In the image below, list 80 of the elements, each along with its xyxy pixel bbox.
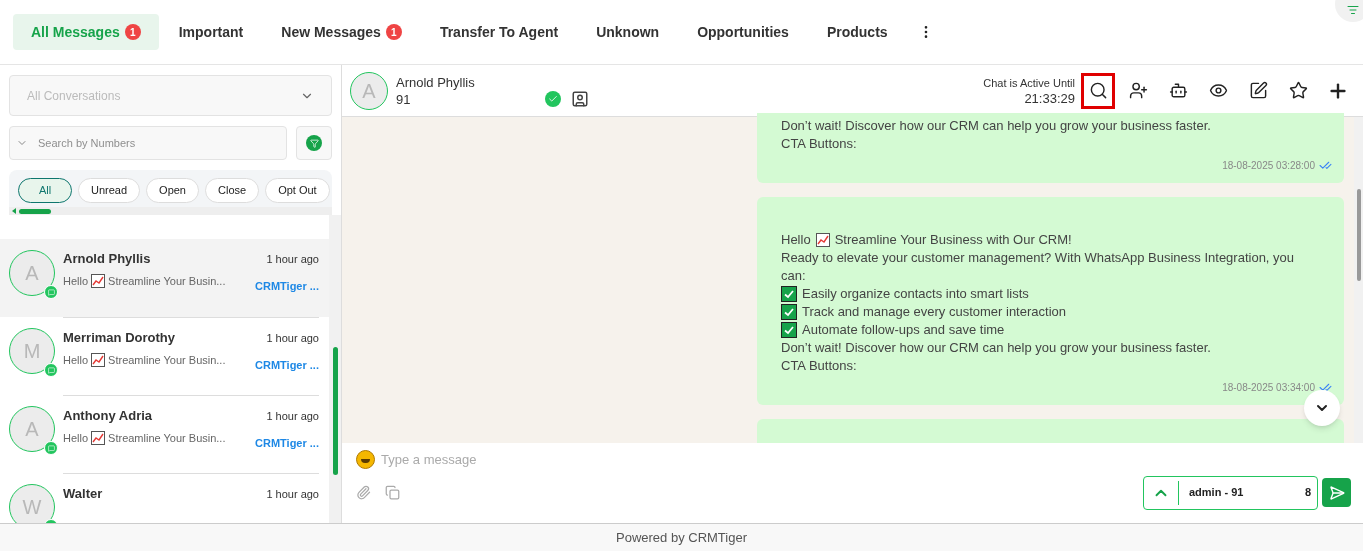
source-label: CRMTiger ... — [255, 435, 319, 451]
filter-chip[interactable]: Close — [205, 178, 260, 203]
tab[interactable]: Unknown — [578, 14, 678, 50]
message-preview: Hello — [63, 430, 89, 446]
chart-icon — [91, 273, 106, 288]
message-text: Easily organize contacts into smart lists — [802, 285, 1029, 303]
chart-icon — [815, 233, 830, 247]
chart-icon — [91, 352, 106, 367]
list-icon — [1347, 4, 1359, 16]
scroll-thumb[interactable] — [19, 208, 51, 214]
message-preview: Streamline Your Busin... — [108, 273, 226, 289]
source-label: CRMTiger ... — [255, 357, 319, 373]
count-badge: 1 — [385, 24, 402, 40]
filter-button[interactable] — [296, 126, 332, 160]
active-time: 21:33:29 — [1024, 90, 1075, 107]
tab[interactable]: Important — [160, 14, 262, 50]
whatsapp-icon — [44, 363, 58, 377]
filter-icon — [306, 135, 322, 151]
contact-name: Arnold Phyllis — [63, 250, 151, 268]
checkmark-icon — [781, 304, 797, 320]
message-text: Hello — [781, 231, 811, 249]
message-text: Don’t wait! Discover how our CRM can help you grow your business faster. — [781, 117, 1211, 135]
tab[interactable]: All Messages 1 — [13, 14, 159, 50]
verified-icon — [544, 90, 561, 107]
active-label: Chat is Active Until — [983, 75, 1075, 91]
scrollbar[interactable] — [9, 207, 332, 215]
read-receipt-icon — [1319, 159, 1332, 172]
filter-chip[interactable]: Opt Out — [265, 178, 330, 203]
time-label: 1 hour ago — [266, 408, 319, 424]
sender-label: admin - 91 — [1189, 485, 1244, 501]
message-preview: Streamline Your Busin... — [108, 352, 226, 368]
whatsapp-icon — [44, 285, 58, 299]
send-icon — [1328, 484, 1345, 501]
message-field[interactable]: Type a message — [381, 450, 1349, 470]
message-preview: Hello — [63, 273, 89, 289]
source-label: CRMTiger ... — [255, 278, 319, 294]
message-preview: Hello — [63, 352, 89, 368]
message-timestamp: 18-08-2025 03:34:00 — [1222, 381, 1315, 395]
message-timestamp: 18-08-2025 03:28:00 — [1222, 159, 1315, 173]
message-preview: Streamline Your Busin... — [108, 430, 226, 446]
search-field[interactable]: Search by Numbers — [9, 126, 287, 160]
tab[interactable]: Opportunities — [679, 14, 807, 50]
message-text: Ready to elevate your customer management? With WhatsApp Business Integration, you can: — [781, 249, 1296, 285]
time-label: 1 hour ago — [266, 330, 319, 346]
contact-number: 91 — [396, 90, 412, 108]
filter-chip[interactable]: All — [18, 178, 72, 203]
contact-name: Anthony Adria — [63, 407, 153, 425]
tab[interactable]: Transfer To Agent — [421, 14, 577, 50]
checkmark-icon — [781, 286, 797, 302]
send-button[interactable] — [1322, 478, 1351, 507]
message-text: Streamline Your Business with Our CRM! — [834, 231, 1072, 249]
dropdown-placeholder: All Conversations — [27, 87, 121, 105]
sender-selector[interactable]: admin - 91 8 — [1143, 475, 1318, 510]
filter-chip[interactable]: Open — [146, 178, 199, 203]
message-text: CTA Buttons: — [781, 357, 857, 375]
checkmark-icon — [781, 322, 797, 338]
contact-name: Walter — [63, 485, 103, 503]
whatsapp-icon — [44, 441, 58, 455]
message-text: Automate follow-ups and save time — [802, 321, 1005, 339]
search-icon[interactable] — [1081, 72, 1115, 109]
time-label: 1 hour ago — [266, 251, 319, 267]
count-badge: 1 — [124, 24, 141, 40]
scroll-left-icon[interactable] — [12, 208, 16, 214]
tab[interactable]: New Messages 1 — [263, 14, 420, 50]
contact-name: Arnold Phyllis — [396, 73, 475, 91]
time-label: 1 hour ago — [266, 486, 319, 502]
message-text: CTA Buttons: — [781, 135, 857, 153]
chart-icon — [91, 430, 106, 445]
message-text: Don’t wait! Discover how our CRM can help you grow your business faster. — [781, 339, 1211, 357]
contact-card-icon[interactable] — [570, 89, 589, 108]
footer-text: Powered by CRMTiger — [616, 528, 747, 547]
search-input[interactable]: Search by Numbers — [38, 127, 280, 159]
scrollbar[interactable] — [329, 215, 341, 523]
message-text: Track and manage every customer interaction — [802, 303, 1066, 321]
scrollbar[interactable] — [1354, 117, 1363, 443]
filter-chip[interactable]: Unread — [78, 178, 141, 203]
sender-label: 8 — [1304, 485, 1311, 501]
contact-name: Merriman Dorothy — [63, 329, 175, 347]
tab[interactable]: Products — [808, 14, 906, 50]
emoji-icon[interactable] — [356, 450, 375, 470]
